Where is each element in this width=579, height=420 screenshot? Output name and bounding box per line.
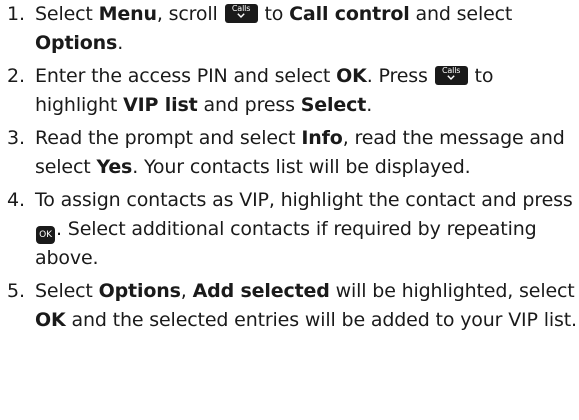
chevron-down-icon [236, 13, 245, 18]
instruction-text: Select [35, 280, 99, 302]
bold-term: Info [301, 127, 343, 149]
instruction-text: , [180, 280, 193, 302]
bold-term: Menu [98, 3, 157, 25]
instruction-text: to [258, 3, 290, 25]
bold-term: OK [35, 309, 66, 331]
step-number: 2. [7, 65, 25, 87]
instruction-text: . Select additional contacts if required… [35, 218, 537, 269]
step-number: 3. [7, 127, 25, 149]
instruction-text: and the selected entries will be added t… [65, 309, 577, 331]
bold-term: Options [98, 280, 181, 302]
bold-term: Call control [289, 3, 410, 25]
step-number: 5. [7, 280, 25, 302]
instruction-step: 5. Select Options, Add selected will be h… [7, 277, 579, 335]
bold-term: Add selected [192, 280, 330, 302]
instruction-text: Read the prompt and select [35, 127, 302, 149]
chevron-down-icon [446, 75, 455, 80]
instruction-step: 3. Read the prompt and select Info, read … [7, 124, 579, 182]
instruction-text: To assign contacts as VIP, highlight the… [35, 189, 573, 211]
instruction-list: 1. Select Menu, scroll Calls to Call cont… [0, 0, 579, 335]
calls-key-label: Calls [231, 4, 251, 13]
bold-term: Yes [96, 156, 133, 178]
instruction-text: . [366, 94, 373, 116]
instruction-step: 1. Select Menu, scroll Calls to Call cont… [7, 0, 579, 58]
instruction-text: . Your contacts list will be displayed. [132, 156, 471, 178]
instruction-text: and press [197, 94, 301, 116]
instruction-step: 4. To assign contacts as VIP, highlight t… [7, 186, 579, 273]
bold-term: Options [35, 32, 118, 54]
bold-term: VIP list [123, 94, 198, 116]
calls-key-label: Calls [441, 66, 461, 75]
instruction-text: . [117, 32, 124, 54]
instruction-text: , scroll [156, 3, 224, 25]
step-number: 1. [7, 3, 25, 25]
calls-key-icon: Calls [434, 66, 468, 85]
calls-key-icon: Calls [224, 4, 258, 23]
instruction-text: will be highlighted, select [329, 280, 575, 302]
instruction-text: . Press [366, 65, 434, 87]
ok-key-icon: OK [36, 226, 55, 244]
instruction-text: Enter the access PIN and select [35, 65, 337, 87]
step-number: 4. [7, 189, 25, 211]
bold-term: OK [336, 65, 367, 87]
bold-term: Select [300, 94, 367, 116]
instruction-text: and select [409, 3, 513, 25]
instruction-text: Select [35, 3, 99, 25]
instruction-step: 2. Enter the access PIN and select OK. Pr… [7, 62, 579, 120]
